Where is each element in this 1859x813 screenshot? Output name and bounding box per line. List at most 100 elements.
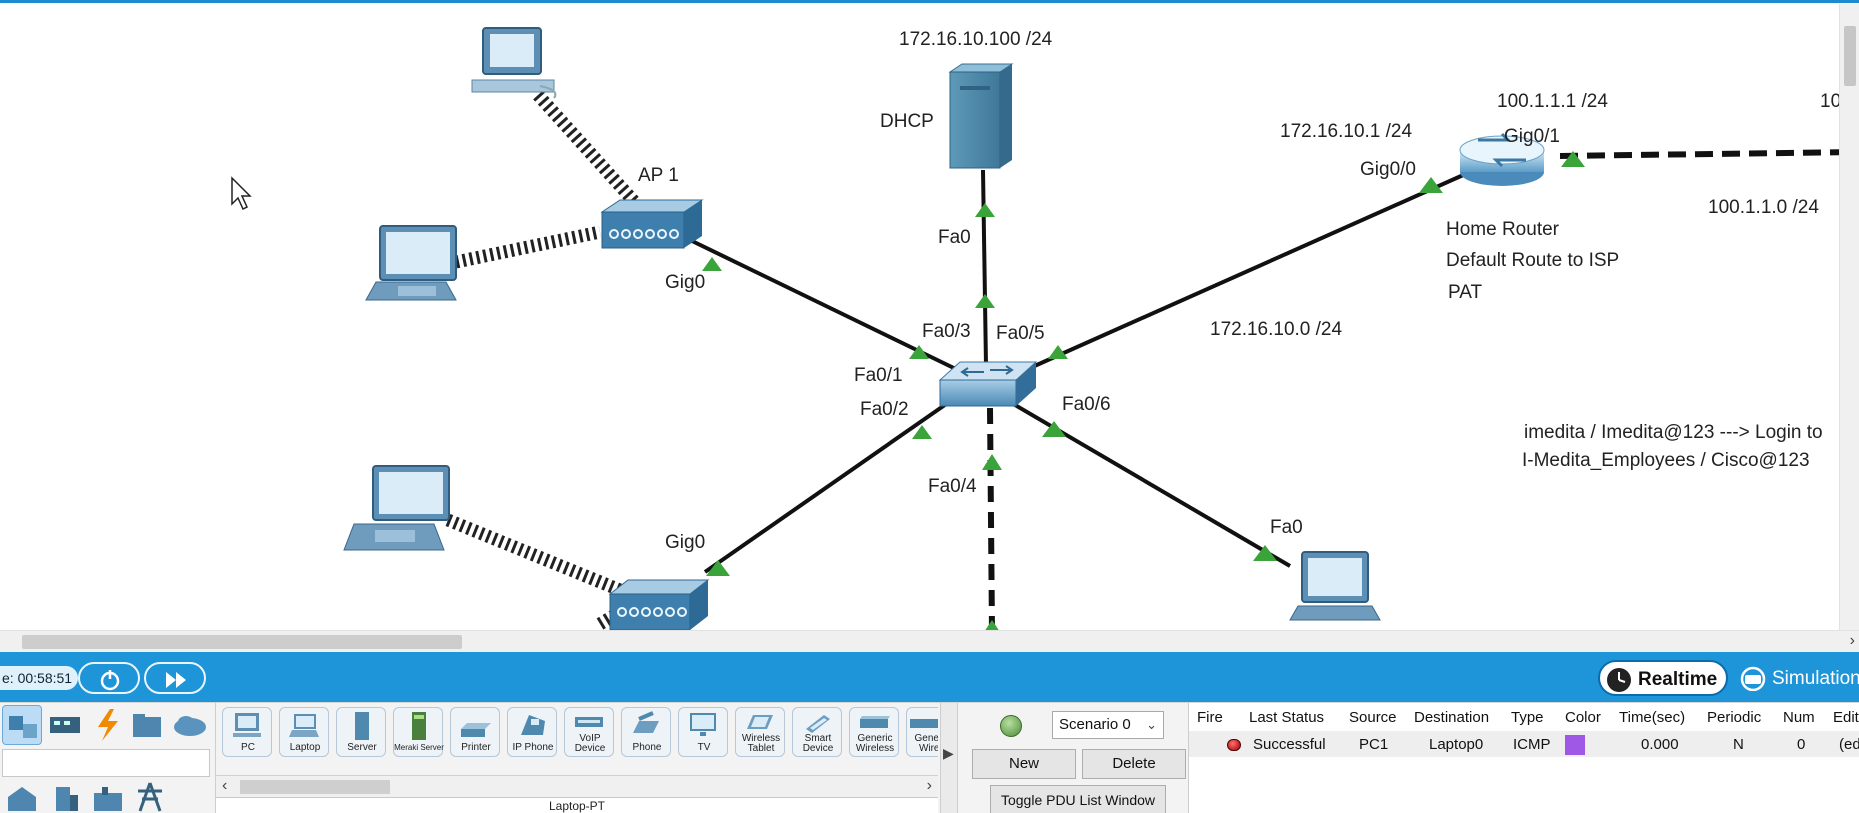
device-label: Laptop (289, 742, 321, 753)
device-generic-wired[interactable]: Generic Wired (906, 707, 938, 757)
scroll-left-arrow-icon[interactable]: ‹ (222, 777, 227, 795)
device-label: VoIP Device (574, 733, 606, 754)
device-printer[interactable]: Printer (450, 707, 500, 757)
column-header[interactable]: Last Status (1249, 709, 1324, 726)
fire-indicator-icon[interactable] (1227, 739, 1241, 751)
power-cycle-icon (100, 670, 120, 691)
device-smart-device[interactable]: Smart Device (792, 707, 842, 757)
building-category-icon[interactable] (46, 781, 86, 813)
column-header[interactable]: Fire (1197, 709, 1223, 726)
device-tv[interactable]: TV (678, 707, 728, 757)
tv-icon (690, 713, 716, 736)
router-gig0-1-label: Gig0/1 (1504, 126, 1560, 147)
column-header[interactable]: Destination (1414, 709, 1489, 726)
device-ip-phone[interactable]: IP Phone (507, 707, 557, 757)
device-server[interactable]: Server (336, 707, 386, 757)
device-laptop[interactable]: Laptop (279, 707, 329, 757)
access-point-icon[interactable] (600, 199, 704, 249)
ip-phone-icon (521, 715, 545, 735)
column-header[interactable]: Time(sec) (1619, 709, 1685, 726)
toggle-pdu-list-button[interactable]: Toggle PDU List Window (990, 785, 1166, 813)
voip-device-icon (575, 717, 603, 727)
delete-scenario-button[interactable]: Delete (1082, 749, 1186, 779)
fa0-3-label: Fa0/3 (922, 321, 971, 342)
fast-forward-icon (166, 672, 186, 688)
lan-network-label: 172.16.10.0 /24 (1210, 319, 1342, 340)
power-tower-category-icon[interactable] (130, 781, 170, 813)
folder-category-icon[interactable] (128, 705, 168, 745)
device-wireless-tablet[interactable]: Wireless Tablet (735, 707, 785, 757)
device-palette-scroll-thumb[interactable] (240, 780, 390, 794)
generic-wired-icon (910, 719, 938, 728)
device-phone[interactable]: Phone (621, 707, 671, 757)
router-wan-ip-label: 100.1.1.1 /24 (1497, 91, 1608, 112)
simulation-mode-button[interactable]: Simulation (1734, 660, 1859, 696)
industrial-category-icon[interactable] (88, 781, 128, 813)
power-cycle-button[interactable] (78, 662, 140, 694)
info-icon[interactable] (1000, 715, 1022, 737)
expand-arrow-icon[interactable]: ▶ (943, 745, 954, 762)
server-icon[interactable] (948, 63, 1014, 169)
server-icon (355, 712, 369, 740)
pc-icon[interactable] (471, 27, 557, 99)
ap1-label: AP 1 (638, 165, 679, 186)
topology-canvas[interactable]: 172.16.10.100 /24 DHCP AP 1 Gig0 Fa0 Fa0… (0, 0, 1859, 632)
horizontal-scrollbar-thumb[interactable] (22, 635, 462, 649)
vertical-scrollbar[interactable] (1839, 4, 1859, 630)
device-label: PC (241, 742, 255, 753)
device-voip[interactable]: VoIP Device (564, 707, 614, 757)
router-note-pat: PAT (1448, 282, 1483, 303)
laptop-icon[interactable] (1289, 551, 1381, 621)
column-header[interactable]: Num (1783, 709, 1815, 726)
link-light-fa0-server (975, 203, 995, 217)
device-label: Smart Device (802, 733, 834, 754)
device-palette: PC Laptop Server Meraki Server Printer I… (215, 703, 940, 813)
end-devices-category-icon[interactable] (46, 705, 86, 745)
network-devices-category-icon[interactable] (2, 705, 42, 745)
laptop-icon[interactable] (343, 465, 450, 551)
device-palette-scrollbar[interactable]: ‹ › (216, 775, 938, 797)
scroll-right-arrow-icon[interactable]: › (927, 777, 932, 795)
column-header[interactable]: Edit (1833, 709, 1859, 726)
laptop-icon[interactable] (365, 225, 457, 301)
access-point-icon[interactable] (608, 579, 710, 631)
horizontal-scrollbar[interactable]: › (0, 630, 1859, 652)
fa0-label-server: Fa0 (938, 227, 971, 248)
device-label: Generic Wireless (855, 733, 895, 754)
column-header[interactable]: Type (1511, 709, 1544, 726)
vertical-scrollbar-thumb[interactable] (1844, 26, 1856, 86)
device-generic-wireless[interactable]: Generic Wireless (849, 707, 899, 757)
wireless-links (445, 90, 645, 630)
connections-category-icon[interactable] (88, 705, 128, 745)
chevron-down-icon: ⌄ (1146, 717, 1157, 732)
device-meraki-server[interactable]: Meraki Server (393, 707, 444, 757)
realtime-mode-button[interactable]: Realtime (1598, 660, 1728, 696)
column-header[interactable]: Color (1565, 709, 1601, 726)
panel-splitter[interactable]: ▶ (940, 703, 958, 813)
scenario-select[interactable]: Scenario 0 ⌄ (1052, 711, 1164, 739)
fast-forward-button[interactable] (144, 662, 206, 694)
scroll-right-arrow-icon[interactable]: › (1850, 632, 1855, 650)
device-label: IP Phone (512, 742, 554, 753)
pdu-last-status: Successful (1253, 736, 1326, 753)
note-login: imedita / Imedita@123 ---> Login to (1524, 422, 1823, 443)
realtime-label: Realtime (1638, 669, 1718, 690)
dhcp-name-label: DHCP (880, 111, 934, 132)
column-header[interactable]: Periodic (1707, 709, 1761, 726)
switch-icon[interactable] (938, 361, 1038, 407)
pdu-time: 0.000 (1641, 736, 1679, 753)
pdu-edit[interactable]: (edit) (1839, 736, 1859, 753)
column-header[interactable]: Source (1349, 709, 1397, 726)
bottom-panel: PC Laptop Server Meraki Server Printer I… (0, 702, 1859, 813)
logical-workspace[interactable]: 172.16.10.100 /24 DHCP AP 1 Gig0 Fa0 Fa0… (0, 0, 1859, 632)
simulation-label: Simulation (1772, 668, 1859, 689)
cloud-category-icon[interactable] (170, 705, 210, 745)
new-scenario-button[interactable]: New (972, 749, 1076, 779)
smart-device-icon (806, 715, 830, 733)
home-category-icon[interactable] (2, 781, 42, 813)
phone-icon (633, 711, 659, 733)
device-label: TV (697, 742, 711, 753)
pdu-num: 0 (1797, 736, 1806, 753)
device-pc[interactable]: PC (222, 707, 272, 757)
device-search-field[interactable] (2, 749, 210, 777)
